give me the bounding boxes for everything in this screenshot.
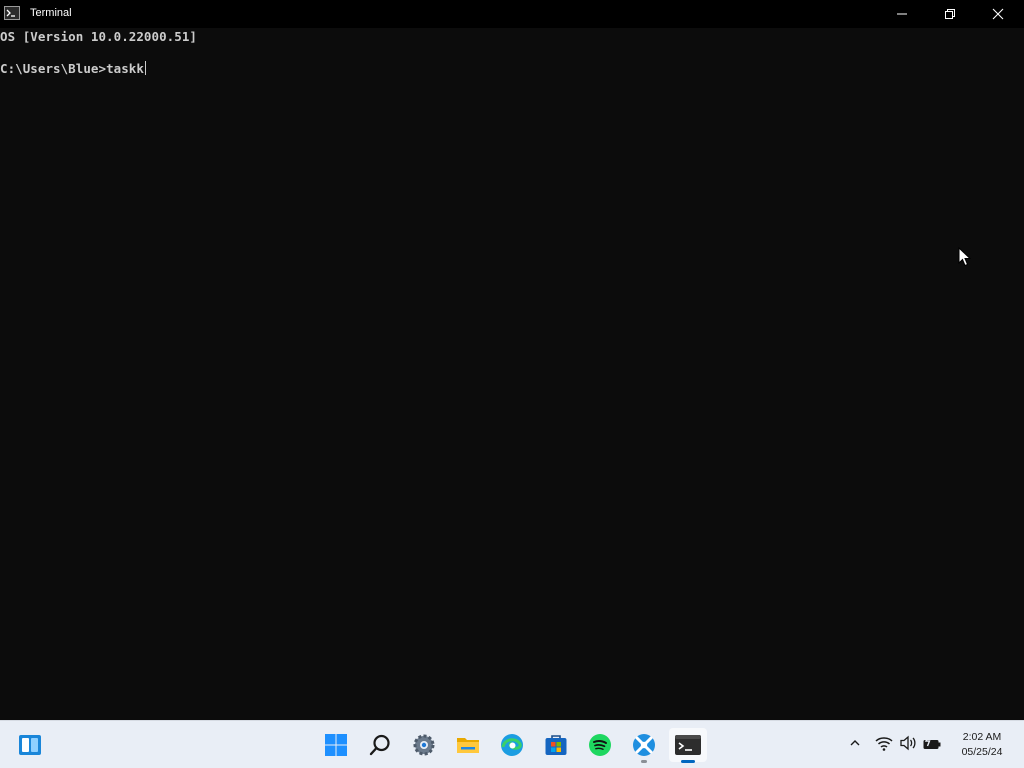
terminal-taskbar-button[interactable] xyxy=(669,728,707,762)
terminal-command-line[interactable]: C:\Users\Blue>taskk xyxy=(0,61,146,76)
spotify-icon xyxy=(589,734,611,756)
title-bar[interactable]: Terminal xyxy=(0,0,1024,28)
minimize-icon xyxy=(897,13,907,15)
terminal-icon xyxy=(4,6,20,20)
volume-icon[interactable] xyxy=(899,732,919,754)
clock-date: 05/25/24 xyxy=(961,746,1003,758)
app-icon xyxy=(633,734,655,756)
search-button[interactable] xyxy=(363,728,397,762)
wifi-icon[interactable] xyxy=(874,732,894,754)
edge-button[interactable] xyxy=(495,728,529,762)
search-icon xyxy=(369,734,390,756)
spotify-button[interactable] xyxy=(583,728,617,762)
terminal-icon xyxy=(675,735,701,755)
pinned-app-button[interactable] xyxy=(627,728,661,762)
minimize-button[interactable] xyxy=(879,0,925,28)
mouse-pointer-icon xyxy=(958,247,972,267)
file-explorer-button[interactable] xyxy=(451,728,485,762)
close-button[interactable] xyxy=(975,0,1021,28)
settings-button[interactable] xyxy=(407,728,441,762)
show-hidden-icons-chevron-icon[interactable] xyxy=(848,732,862,754)
restore-icon xyxy=(945,9,955,19)
window-title: Terminal xyxy=(30,7,72,19)
battery-icon[interactable] xyxy=(922,732,942,754)
terminal-version-line: OS [Version 10.0.22000.51] xyxy=(0,29,197,44)
text-caret xyxy=(144,61,146,75)
restore-button[interactable] xyxy=(927,0,973,28)
widgets-icon xyxy=(19,735,41,755)
file-explorer-icon xyxy=(457,738,479,753)
terminal-output-area[interactable]: OS [Version 10.0.22000.51] C:\Users\Blue… xyxy=(0,28,1024,720)
terminal-input[interactable]: taskk xyxy=(106,61,144,76)
start-button[interactable] xyxy=(319,728,353,762)
clock-time: 2:02 AM xyxy=(962,731,1002,743)
running-indicator xyxy=(641,760,647,763)
taskbar xyxy=(0,720,1024,768)
windows-start-icon xyxy=(325,734,347,756)
close-icon xyxy=(992,8,1004,20)
settings-icon xyxy=(413,734,435,756)
terminal-prompt: C:\Users\Blue> xyxy=(0,61,107,76)
widgets-button[interactable] xyxy=(13,728,47,762)
edge-icon xyxy=(501,734,523,756)
active-window-indicator xyxy=(681,760,695,763)
system-clock[interactable]: 2:02 AM 05/25/24 xyxy=(950,730,1014,760)
microsoft-store-button[interactable] xyxy=(539,728,573,762)
microsoft-store-icon xyxy=(545,735,567,755)
